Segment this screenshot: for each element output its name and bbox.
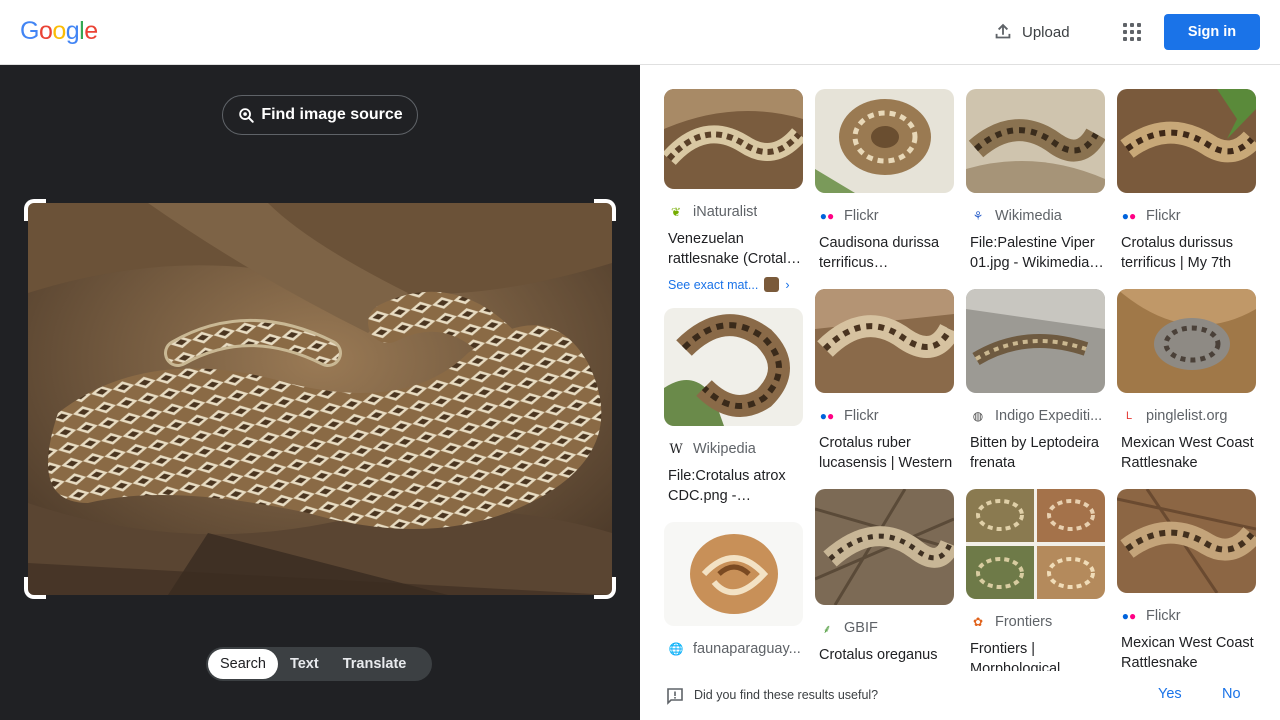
result-card[interactable]: L pinglelist.org Mexican West Coast Ratt… bbox=[1117, 289, 1256, 473]
result-title[interactable]: Crotalus ruber lucasensis | Western bbox=[819, 433, 954, 473]
result-source: Flickr bbox=[1146, 608, 1181, 624]
result-card[interactable]: ● ● Flickr Crotalus durissus terrificus |… bbox=[1117, 89, 1256, 273]
result-source: Flickr bbox=[844, 208, 879, 224]
result-source: Flickr bbox=[844, 408, 879, 424]
result-title[interactable]: Venezuelan rattlesnake (Crotalus durissu… bbox=[668, 229, 803, 269]
upload-icon bbox=[995, 23, 1011, 39]
query-image-panel: Find image source Search Text Translate bbox=[0, 65, 640, 720]
logo-letter: g bbox=[65, 17, 80, 45]
lens-search-icon bbox=[239, 108, 255, 123]
result-title[interactable]: Mexican West Coast Rattlesnake bbox=[1121, 433, 1256, 473]
result-source: Frontiers bbox=[995, 614, 1053, 630]
result-card[interactable]: ●● Flickr Caudisona durissa terrificus (… bbox=[815, 89, 954, 273]
result-thumbnail bbox=[966, 289, 1105, 393]
result-source: iNaturalist bbox=[693, 204, 758, 220]
result-thumbnail bbox=[966, 89, 1105, 193]
indigo-icon: ◍ bbox=[972, 409, 984, 423]
tab-translate[interactable]: Translate bbox=[331, 649, 419, 679]
result-title[interactable]: File:Palestine Viper 01.jpg - Wikimedia … bbox=[970, 233, 1105, 273]
inaturalist-icon: ❦ bbox=[670, 205, 682, 219]
flickr-icon: ● ● bbox=[819, 209, 835, 223]
query-image bbox=[28, 203, 612, 595]
crop-handle-top-right[interactable] bbox=[594, 199, 616, 221]
result-title[interactable]: Crotalus oreganus bbox=[819, 645, 954, 665]
see-exact-matches-link[interactable]: See exact mat... › bbox=[668, 277, 803, 292]
upload-label: Upload bbox=[1022, 23, 1070, 41]
tab-text[interactable]: Text bbox=[278, 649, 331, 679]
wikimedia-icon: ⚘ bbox=[972, 209, 984, 223]
tab-search[interactable]: Search bbox=[208, 649, 278, 679]
result-card[interactable]: ● ● Flickr Mexican West Coast Rattlesnake bbox=[1117, 489, 1256, 671]
crop-handle-bottom-left[interactable] bbox=[24, 577, 46, 599]
result-source: faunaparaguay... bbox=[693, 641, 801, 657]
flickr-icon: ● ● bbox=[1121, 209, 1137, 223]
result-title[interactable]: Frontiers | Morphological bbox=[970, 639, 1105, 671]
results-column-4: ● ● Flickr Crotalus durissus terrificus |… bbox=[1117, 89, 1256, 671]
result-thumbnail bbox=[1117, 289, 1256, 393]
flickr-icon: ● ● bbox=[1121, 609, 1137, 623]
result-card[interactable]: ⸙ GBIF Crotalus oreganus bbox=[815, 489, 954, 665]
chevron-right-icon: › bbox=[785, 277, 790, 292]
sign-in-button[interactable]: Sign in bbox=[1164, 14, 1260, 50]
crop-handle-bottom-right[interactable] bbox=[594, 577, 616, 599]
result-source: Indigo Expediti... bbox=[995, 408, 1103, 424]
find-image-source-button[interactable]: Find image source bbox=[222, 95, 418, 135]
apps-grid-icon[interactable] bbox=[1121, 21, 1143, 43]
image-crop-area[interactable] bbox=[24, 199, 616, 599]
find-image-source-label: Find image source bbox=[261, 106, 403, 123]
search-mode-tabs: Search Text Translate bbox=[206, 647, 432, 681]
result-source: Wikimedia bbox=[995, 208, 1062, 224]
globe-icon: 🌐 bbox=[668, 642, 684, 656]
result-source: GBIF bbox=[844, 620, 878, 636]
logo-letter: G bbox=[20, 17, 39, 45]
feedback-no-button[interactable]: No bbox=[1222, 686, 1241, 702]
result-title[interactable]: Bitten by Leptodeira frenata bbox=[970, 433, 1105, 473]
google-logo[interactable]: Google bbox=[20, 17, 98, 46]
result-thumbnail bbox=[664, 308, 803, 426]
pinglelist-icon: L bbox=[1125, 410, 1133, 422]
results-column-3: ⚘ Wikimedia File:Palestine Viper 01.jpg … bbox=[966, 89, 1105, 671]
flickr-icon: ● ● bbox=[819, 409, 835, 423]
exact-matches-label: See exact mat... bbox=[668, 277, 759, 292]
result-thumbnail bbox=[966, 489, 1105, 599]
result-thumbnail bbox=[1117, 89, 1256, 193]
result-source: Wikipedia bbox=[693, 441, 756, 457]
result-title[interactable]: Mexican West Coast Rattlesnake bbox=[1121, 633, 1256, 671]
feedback-question: Did you find these results useful? bbox=[694, 688, 879, 702]
wikipedia-icon: W bbox=[669, 441, 683, 457]
result-thumbnail bbox=[815, 289, 954, 393]
logo-letter: o bbox=[52, 17, 66, 45]
results-column-2: ●● Flickr Caudisona durissa terrificus (… bbox=[815, 89, 954, 671]
result-card[interactable]: 🌐 faunaparaguay... bbox=[664, 522, 803, 658]
frontiers-icon: ✿ bbox=[972, 615, 984, 629]
result-source: pinglelist.org bbox=[1146, 408, 1228, 424]
result-thumbnail bbox=[664, 89, 803, 189]
result-card[interactable]: ✿ Frontiers Frontiers | Morphological bbox=[966, 489, 1105, 671]
logo-letter: o bbox=[38, 17, 53, 45]
feedback-yes-button[interactable]: Yes bbox=[1158, 686, 1182, 702]
crop-handle-top-left[interactable] bbox=[24, 199, 46, 221]
result-title[interactable]: Caudisona durissa terrificus (rattlesnak… bbox=[819, 233, 954, 273]
result-card[interactable]: ◍ Indigo Expediti... Bitten by Leptodeir… bbox=[966, 289, 1105, 473]
result-card[interactable]: W Wikipedia File:Crotalus atrox CDC.png … bbox=[664, 308, 803, 506]
result-title[interactable]: File:Crotalus atrox CDC.png - Wikipedia bbox=[668, 466, 803, 506]
results-column-1: ❦ iNaturalist Venezuelan rattlesnake (Cr… bbox=[664, 89, 803, 671]
visual-matches-grid: ❦ iNaturalist Venezuelan rattlesnake (Cr… bbox=[640, 65, 1280, 671]
result-card[interactable]: ❦ iNaturalist Venezuelan rattlesnake (Cr… bbox=[664, 89, 803, 292]
feedback-bar: Did you find these results useful? Yes N… bbox=[640, 671, 1280, 720]
result-thumbnail bbox=[664, 522, 803, 626]
result-thumbnail bbox=[815, 89, 954, 193]
logo-letter: e bbox=[84, 17, 98, 45]
gbif-icon: ⸙ bbox=[822, 621, 832, 636]
result-card[interactable]: ⚘ Wikimedia File:Palestine Viper 01.jpg … bbox=[966, 89, 1105, 273]
top-bar: Google Upload Sign in bbox=[0, 0, 1280, 65]
result-thumbnail bbox=[815, 489, 954, 605]
result-title[interactable]: Crotalus durissus terrificus | My 7th bbox=[1121, 233, 1256, 273]
feedback-icon bbox=[667, 688, 683, 705]
exact-match-thumbnail bbox=[764, 277, 780, 292]
result-card[interactable]: ● ● Flickr Crotalus ruber lucasensis | We… bbox=[815, 289, 954, 473]
result-source: Flickr bbox=[1146, 208, 1181, 224]
upload-button[interactable]: Upload bbox=[992, 20, 1070, 44]
result-thumbnail bbox=[1117, 489, 1256, 593]
